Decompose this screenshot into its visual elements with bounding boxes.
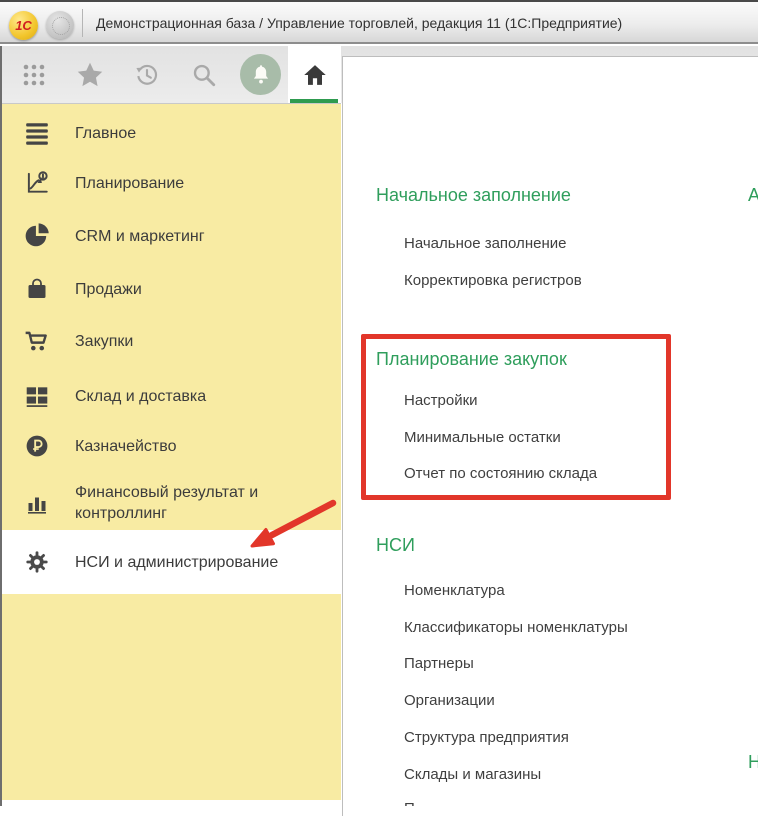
sidebar-item-main[interactable]: Главное xyxy=(0,116,341,150)
1c-logo-icon: 1С xyxy=(9,11,38,40)
bar-chart-icon xyxy=(23,491,51,515)
app-window: { "window": { "title": "Демонстрационная… xyxy=(0,0,758,816)
search-icon[interactable] xyxy=(190,61,218,89)
warehouse-grid-icon xyxy=(23,383,51,409)
sidebar-item-finance[interactable]: Финансовый результат и контроллинг xyxy=(0,480,341,526)
sidebar-item-label: Склад и доставка xyxy=(75,386,320,407)
section-header-purchase-planning[interactable]: Планирование закупок xyxy=(376,348,567,370)
pie-chart-icon xyxy=(23,223,51,249)
sidebar-item-label: Закупки xyxy=(75,331,320,352)
link-register-correction[interactable]: Корректировка регистров xyxy=(404,271,582,291)
gear-icon xyxy=(23,549,51,575)
clipped-column-header-settings[interactable]: Н xyxy=(748,751,758,773)
sections-sidebar: Главное Планирование CRM и маркетинг xyxy=(0,103,341,800)
link-nomenclature-classifiers[interactable]: Классификаторы номенклатуры xyxy=(404,618,628,638)
link-minimum-stock[interactable]: Минимальные остатки xyxy=(404,428,561,448)
sidebar-item-planning[interactable]: Планирование xyxy=(0,166,341,200)
link-initial-filling[interactable]: Начальное заполнение xyxy=(404,234,566,254)
link-settings[interactable]: Настройки xyxy=(404,391,478,411)
sidebar-item-warehouse[interactable]: Склад и доставка xyxy=(0,379,341,413)
sidebar-item-label: Казначейство xyxy=(75,436,320,457)
sidebar-item-label: Финансовый результат и контроллинг xyxy=(75,482,320,524)
link-partners[interactable]: Партнеры xyxy=(404,654,474,674)
clipped-column-header-admin[interactable]: А xyxy=(748,184,758,206)
window-title: Демонстрационная база / Управление торго… xyxy=(96,2,622,44)
link-organizations[interactable]: Организации xyxy=(404,691,495,711)
section-header-initial-filling[interactable]: Начальное заполнение xyxy=(376,184,571,206)
tab-home[interactable] xyxy=(288,46,341,103)
shopping-bag-icon xyxy=(23,277,51,301)
window-left-edge xyxy=(0,46,2,806)
shopping-cart-icon xyxy=(23,328,51,354)
link-warehouse-state-report[interactable]: Отчет по состоянию склада xyxy=(404,464,597,484)
link-clipped-bottom[interactable]: П xyxy=(404,799,524,806)
title-bar: 1С Демонстрационная база / Управление то… xyxy=(0,0,758,44)
service-emblem-icon xyxy=(46,11,74,39)
sidebar-item-crm[interactable]: CRM и маркетинг xyxy=(0,219,341,253)
section-header-nsi[interactable]: НСИ xyxy=(376,534,415,556)
red-highlight-box: Планирование закупок Настройки Минимальн… xyxy=(361,334,671,500)
notifications-bell-icon[interactable] xyxy=(240,54,281,95)
link-nomenclature[interactable]: Номенклатура xyxy=(404,581,505,601)
menu-grid-icon[interactable] xyxy=(20,61,48,89)
clipped-bottom-link-wrap: П xyxy=(404,799,524,806)
titlebar-separator xyxy=(82,9,83,37)
sidebar-item-label: Продажи xyxy=(75,279,320,300)
sidebar-item-purchases[interactable]: Закупки xyxy=(0,324,341,358)
menu-lines-icon xyxy=(23,120,51,146)
planning-chart-icon xyxy=(23,170,51,196)
home-icon xyxy=(301,61,329,89)
history-clock-icon[interactable] xyxy=(133,61,161,89)
sidebar-item-label: Главное xyxy=(75,123,320,144)
favorites-star-icon[interactable] xyxy=(76,61,104,89)
sidebar-item-sales[interactable]: Продажи xyxy=(0,272,341,306)
sidebar-item-label: Планирование xyxy=(75,173,320,194)
sidebar-item-treasury[interactable]: Казначейство xyxy=(0,429,341,463)
ruble-coin-icon xyxy=(23,433,51,459)
sidebar-item-label: CRM и маркетинг xyxy=(75,226,320,247)
link-enterprise-structure[interactable]: Структура предприятия xyxy=(404,728,569,748)
sidebar-item-label: НСИ и администрирование xyxy=(75,552,320,573)
sidebar-item-nsi-admin[interactable]: НСИ и администрирование xyxy=(0,530,341,594)
link-warehouses-stores[interactable]: Склады и магазины xyxy=(404,765,541,785)
content-panel: Начальное заполнение Начальное заполнени… xyxy=(342,56,758,816)
